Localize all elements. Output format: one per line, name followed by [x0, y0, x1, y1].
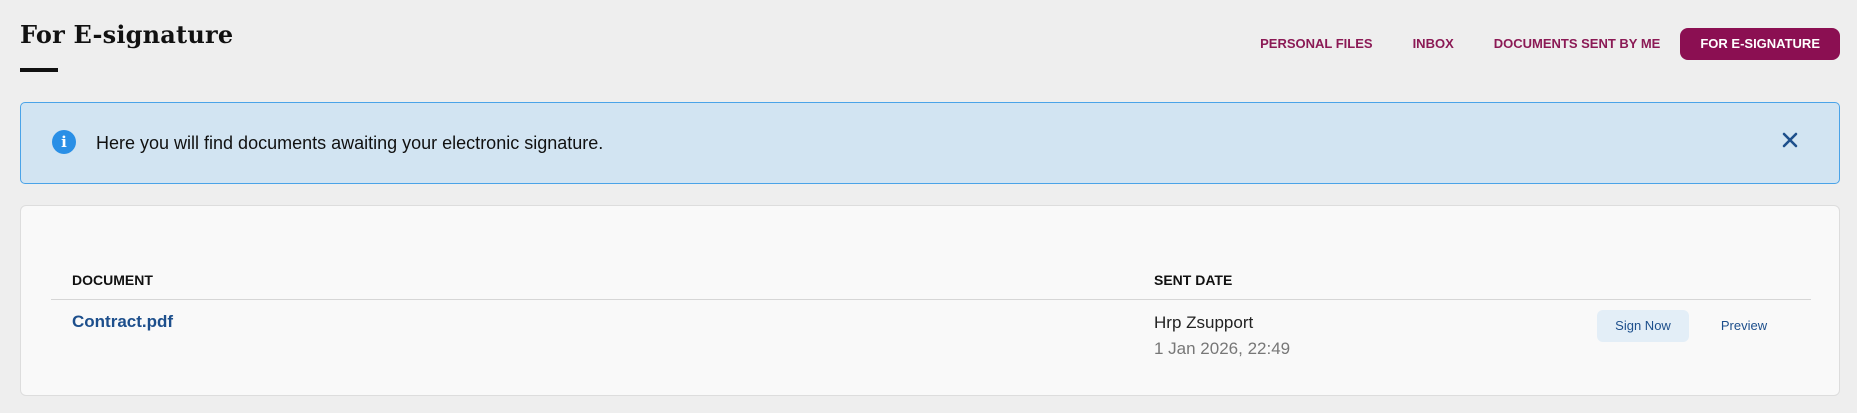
preview-button[interactable]: Preview	[1709, 310, 1779, 342]
column-header-sent-date: SENT DATE	[1154, 272, 1233, 288]
nav-inbox[interactable]: INBOX	[1393, 28, 1474, 60]
sign-now-button[interactable]: Sign Now	[1597, 310, 1689, 342]
close-icon[interactable]	[1777, 127, 1803, 153]
table-header: DOCUMENT SENT DATE	[51, 262, 1811, 300]
info-banner: i Here you will find documents awaiting …	[20, 102, 1840, 184]
page: For E-signature PERSONAL FILES INBOX DOC…	[0, 0, 1857, 413]
documents-table-card: DOCUMENT SENT DATE Contract.pdf Hrp Zsup…	[20, 205, 1840, 396]
title-underline	[20, 68, 58, 72]
top-nav: PERSONAL FILES INBOX DOCUMENTS SENT BY M…	[1240, 28, 1840, 60]
table-row: Contract.pdf Hrp Zsupport 1 Jan 2026, 22…	[51, 302, 1811, 372]
column-header-document: DOCUMENT	[72, 272, 153, 288]
nav-personal-files[interactable]: PERSONAL FILES	[1240, 28, 1392, 60]
nav-documents-sent-by-me[interactable]: DOCUMENTS SENT BY ME	[1474, 28, 1681, 60]
document-link[interactable]: Contract.pdf	[72, 312, 173, 332]
info-icon: i	[52, 130, 76, 154]
page-title: For E-signature	[20, 20, 234, 49]
sent-date: 1 Jan 2026, 22:49	[1154, 339, 1291, 358]
banner-message: Here you will find documents awaiting yo…	[96, 133, 604, 153]
sender-name: Hrp Zsupport	[1154, 313, 1254, 332]
nav-for-e-signature[interactable]: FOR E-SIGNATURE	[1680, 28, 1840, 60]
